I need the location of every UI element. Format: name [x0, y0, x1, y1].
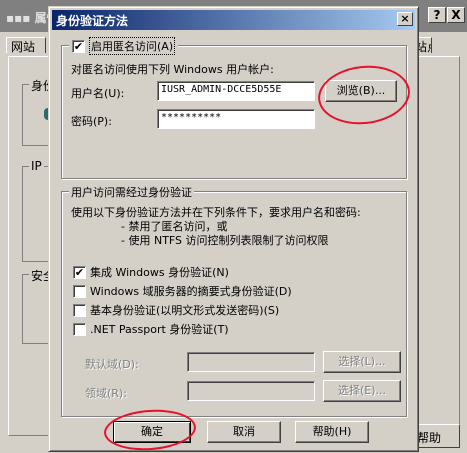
basic-auth-checkbox[interactable] [73, 303, 86, 317]
anonymous-access-label: 启用匿名访问(A) [89, 37, 176, 55]
digest-auth-checkbox[interactable] [73, 284, 86, 298]
auth-methods-dialog: 身份验证方法 × ✔ 启用匿名访问(A) 对匿名访问使用下列 Windows 用… [48, 6, 419, 452]
digest-auth-label: Windows 域服务器的摘要式身份验证(D) [90, 285, 292, 298]
passport-auth-option[interactable]: .NET Passport 身份验证(T) [73, 321, 229, 337]
dialog-title-bar[interactable]: 身份验证方法 × [52, 10, 415, 30]
select-default-domain-button[interactable]: 选择(L)... [323, 351, 401, 373]
username-label: 用户名(U): [71, 87, 125, 100]
default-domain-field[interactable] [187, 352, 315, 372]
background-tab-website[interactable]: 网站 [6, 37, 46, 53]
help-button[interactable]: 帮助(H) [295, 421, 369, 443]
ok-button[interactable]: 确定 [113, 421, 191, 443]
auth-description-line3: - 使用 NTFS 访问控制列表限制了访问权限 [121, 234, 329, 247]
anonymous-access-checkbox[interactable]: ✔ [72, 39, 85, 53]
integrated-windows-auth-checkbox[interactable]: ✔ [73, 265, 86, 279]
background-close-button[interactable]: X [447, 7, 465, 23]
password-label: 密码(P): [71, 115, 112, 128]
basic-auth-label: 基本身份验证(以明文形式发送密码)(S) [90, 304, 280, 317]
cancel-button[interactable]: 取消 [207, 421, 281, 443]
browse-button[interactable]: 浏览(B)... [325, 80, 397, 102]
username-field[interactable]: IUSR_ADMIN-DCCE5D55E [157, 81, 315, 101]
realm-field[interactable] [187, 381, 315, 401]
authenticated-access-caption: 用户访问需经过身份验证 [69, 184, 194, 200]
basic-auth-option[interactable]: 基本身份验证(以明文形式发送密码)(S) [73, 302, 279, 318]
password-field[interactable]: ********** [157, 109, 315, 129]
background-help-bottom-label: 帮助 [417, 431, 442, 445]
dialog-close-button[interactable]: × [397, 12, 413, 26]
integrated-windows-auth-option[interactable]: ✔ 集成 Windows 身份验证(N) [73, 264, 229, 280]
passport-auth-checkbox[interactable] [73, 322, 86, 336]
background-help-button[interactable]: ? [428, 7, 446, 23]
select-realm-button[interactable]: 选择(E)... [323, 380, 401, 402]
realm-label: 领域(R): [85, 387, 127, 400]
anonymous-account-description: 对匿名访问使用下列 Windows 用户帐户: [71, 63, 274, 76]
passport-auth-label: .NET Passport 身份验证(T) [90, 323, 229, 336]
digest-auth-option[interactable]: Windows 域服务器的摘要式身份验证(D) [73, 283, 292, 299]
integrated-windows-auth-label: 集成 Windows 身份验证(N) [90, 266, 229, 279]
default-domain-label: 默认域(D): [85, 358, 139, 371]
background-help-bottom-button[interactable]: 帮助 [414, 424, 460, 448]
background-group-ip-label: IP [29, 159, 44, 173]
close-icon: × [400, 12, 410, 25]
dialog-title: 身份验证方法 [56, 14, 129, 28]
anonymous-access-toggle[interactable]: ✔ 启用匿名访问(A) [69, 37, 179, 55]
